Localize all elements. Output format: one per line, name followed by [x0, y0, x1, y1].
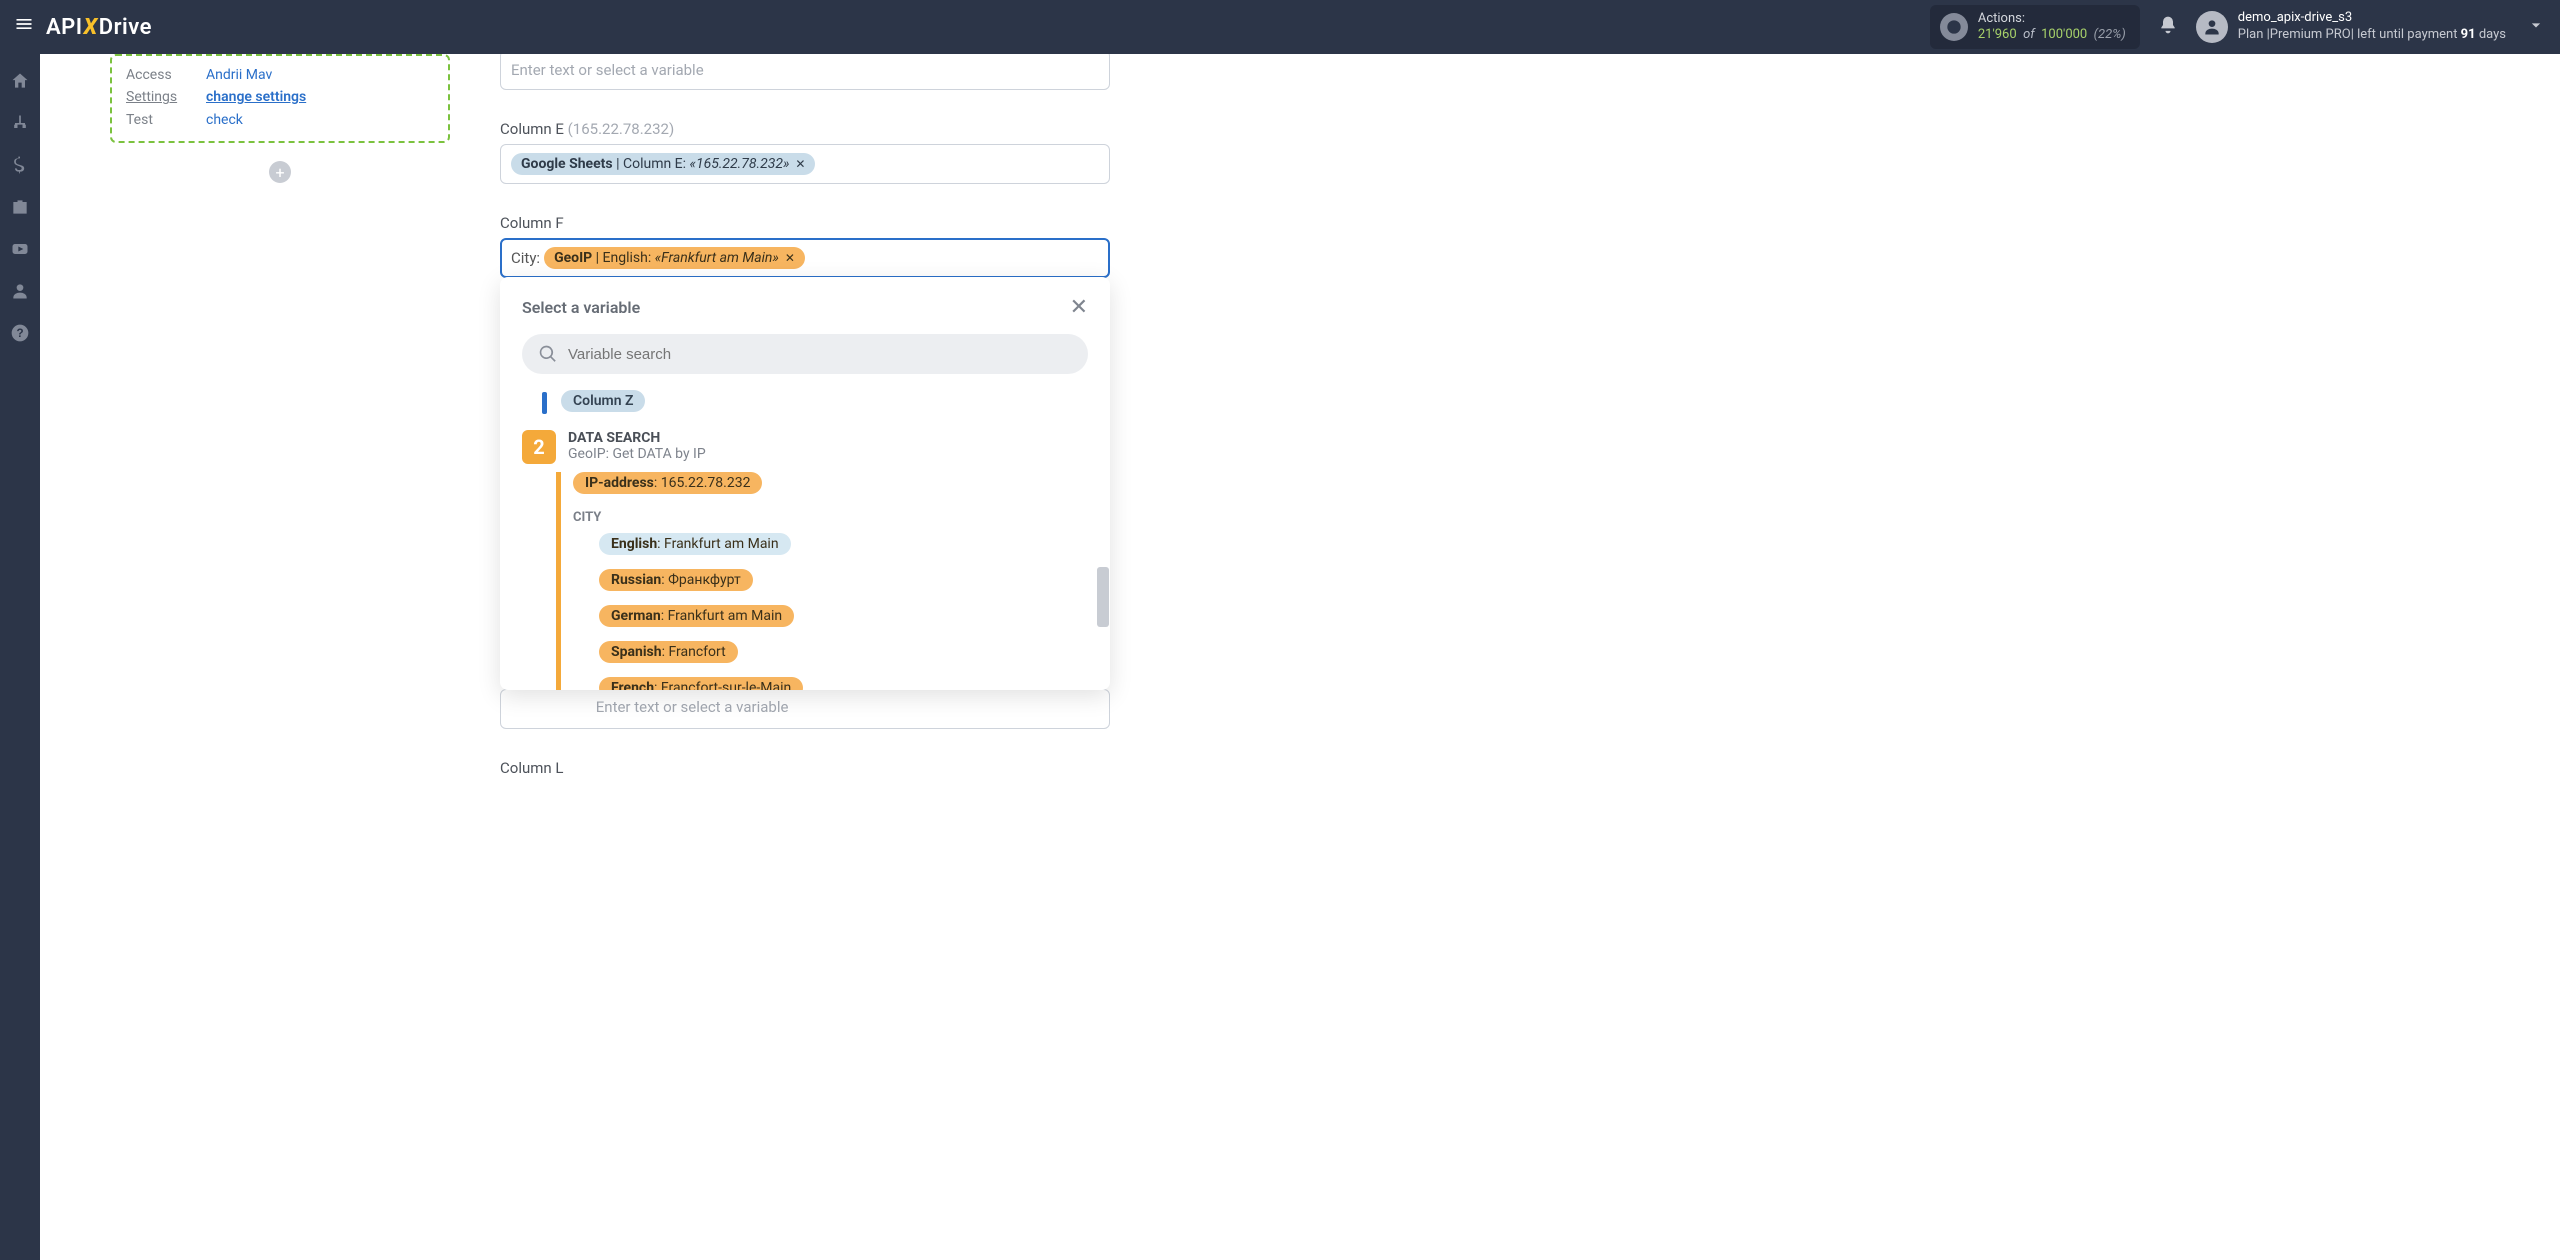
- actions-summary[interactable]: i Actions: 21'960 of 100'000 (22%): [1930, 5, 2140, 50]
- nav-briefcase-icon[interactable]: [0, 186, 40, 228]
- svg-text:?: ?: [16, 327, 23, 340]
- source-settings-label: Settings: [126, 86, 206, 108]
- chevron-down-icon[interactable]: [2526, 15, 2546, 40]
- step-title: DATA SEARCH: [568, 430, 706, 446]
- field-colf-prefix: City:: [511, 249, 540, 267]
- field-input-col-f[interactable]: City: GeoIP | English: «Frankfurt am Mai…: [500, 238, 1110, 278]
- nav-help-icon[interactable]: ?: [0, 312, 40, 354]
- brand-x: X: [84, 15, 98, 40]
- field-label-col-l: Column L: [500, 759, 1110, 777]
- variable-panel: Select a variable ✕ Column Z 2: [500, 277, 1110, 690]
- field-input-hidden-peek[interactable]: Enter text or Enter text or select a var…: [500, 689, 1110, 729]
- nav-video-icon[interactable]: [0, 228, 40, 270]
- avatar-icon: [2196, 11, 2228, 43]
- variable-column-z[interactable]: Column Z: [561, 390, 645, 412]
- info-icon: i: [1940, 13, 1968, 41]
- actions-label: Actions:: [1978, 11, 2126, 27]
- topbar: APIXDrive i Actions: 21'960 of 100'000 (…: [0, 0, 2560, 54]
- nav-user-icon[interactable]: [0, 270, 40, 312]
- search-icon: [538, 344, 558, 364]
- field-input-col-d[interactable]: Enter text or select a variable: [500, 54, 1110, 90]
- scrollbar-thumb[interactable]: [1097, 567, 1109, 627]
- close-icon[interactable]: ✕: [1070, 295, 1088, 320]
- account-plan: Plan |Premium PRO| left until payment 91…: [2238, 27, 2506, 44]
- variable-search-input[interactable]: [568, 346, 1072, 363]
- variable-city-spanish[interactable]: Spanish: Francfort: [599, 641, 738, 663]
- account-username: demo_apix-drive_s3: [2238, 10, 2506, 27]
- variable-city-english[interactable]: English: Frankfurt am Main: [599, 533, 791, 555]
- brand-logo[interactable]: APIXDrive: [46, 15, 152, 40]
- actions-pct: (22%): [2094, 27, 2126, 42]
- svg-text:i: i: [1953, 22, 1956, 32]
- source-access-link[interactable]: Andrii Mav: [206, 64, 272, 86]
- variable-ip-address[interactable]: IP-address: 165.22.78.232: [573, 472, 762, 494]
- variable-city-russian[interactable]: Russian: Франкфурт: [599, 569, 753, 591]
- add-step-button[interactable]: +: [269, 161, 291, 183]
- field-label-col-e: Column E (165.22.78.232): [500, 120, 1110, 138]
- source-settings-link[interactable]: change settings: [206, 86, 306, 108]
- bell-icon[interactable]: [2158, 15, 2178, 40]
- variable-city-french[interactable]: French: Francfort-sur-le-Main: [599, 677, 803, 690]
- variable-search[interactable]: [522, 334, 1088, 374]
- account-menu[interactable]: demo_apix-drive_s3 Plan |Premium PRO| le…: [2196, 10, 2506, 44]
- step-number-badge: 2: [522, 430, 556, 464]
- source-card: AccessAndrii Mav Settingschange settings…: [110, 54, 450, 143]
- chip-remove-icon[interactable]: ✕: [785, 251, 795, 265]
- nav-home-icon[interactable]: [0, 60, 40, 102]
- actions-of: of: [2023, 27, 2035, 42]
- source-test-label: Test: [126, 109, 206, 131]
- source-access-label: Access: [126, 64, 206, 86]
- brand-part2: Drive: [99, 15, 152, 40]
- actions-used: 21'960: [1978, 27, 2017, 42]
- actions-total: 100'000: [2041, 27, 2087, 42]
- variable-city-german[interactable]: German: Frankfurt am Main: [599, 605, 794, 627]
- main-content: AccessAndrii Mav Settingschange settings…: [40, 54, 2560, 1260]
- step-indicator-bar: [542, 392, 547, 414]
- chip-col-f[interactable]: GeoIP | English: «Frankfurt am Main» ✕: [544, 247, 805, 269]
- variable-panel-title: Select a variable: [522, 298, 640, 317]
- chip-remove-icon[interactable]: ✕: [795, 157, 805, 171]
- field-label-col-f: Column F: [500, 214, 1110, 232]
- sidebar: ?: [0, 54, 40, 1260]
- section-city: CITY: [573, 510, 1082, 525]
- menu-icon[interactable]: [14, 14, 34, 40]
- chip-col-e[interactable]: Google Sheets | Column E: «165.22.78.232…: [511, 153, 815, 175]
- field-input-col-e[interactable]: Google Sheets | Column E: «165.22.78.232…: [500, 144, 1110, 184]
- step-subtitle: GeoIP: Get DATA by IP: [568, 446, 706, 462]
- source-test-link[interactable]: check: [206, 109, 243, 131]
- brand-part1: API: [46, 15, 83, 40]
- nav-dollar-icon[interactable]: [0, 144, 40, 186]
- nav-sitemap-icon[interactable]: [0, 102, 40, 144]
